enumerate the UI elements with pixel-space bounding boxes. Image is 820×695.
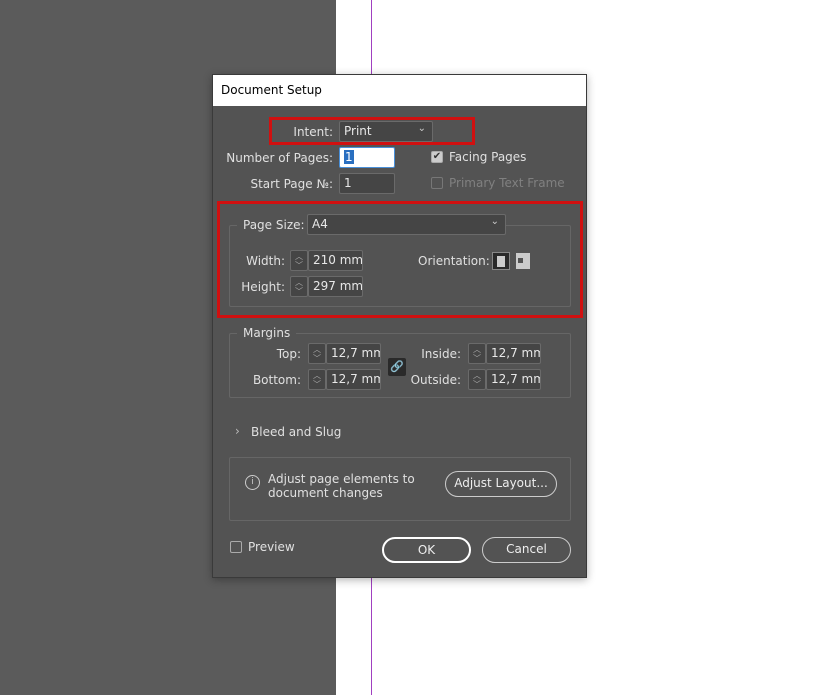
chevron-down-icon: ⌄ (490, 216, 499, 227)
outside-input[interactable]: 12,7 mm (486, 369, 541, 390)
bottom-label: Bottom: (252, 373, 301, 387)
bottom-stepper[interactable]: ︿ ﹀ (308, 369, 326, 390)
top-stepper[interactable]: ︿ ﹀ (308, 343, 326, 364)
bleed-slug-toggle[interactable]: Bleed and Slug (251, 425, 341, 439)
inside-stepper[interactable]: ︿ ﹀ (468, 343, 486, 364)
ok-button[interactable]: OK (382, 537, 471, 563)
inside-label: Inside: (421, 347, 461, 361)
primary-text-frame-checkbox[interactable] (431, 177, 443, 189)
facing-pages-label: Facing Pages (449, 150, 527, 164)
start-page-input[interactable]: 1 (339, 173, 395, 194)
height-label: Height: (241, 280, 285, 294)
orientation-label: Orientation: (418, 254, 490, 268)
num-pages-label: Number of Pages: (226, 151, 333, 165)
intent-select[interactable]: Print ⌄ (339, 121, 433, 142)
width-stepper[interactable]: ︿ ﹀ (290, 250, 308, 271)
top-input[interactable]: 12,7 mm (326, 343, 381, 364)
num-pages-value: 1 (344, 150, 354, 164)
document-setup-dialog: Document Setup Intent: Print ⌄ Number of … (212, 74, 587, 578)
num-pages-input[interactable]: 1 (339, 147, 395, 168)
adjust-text-line1: Adjust page elements to (268, 472, 415, 486)
height-input[interactable]: 297 mm (308, 276, 363, 297)
width-label: Width: (246, 254, 285, 268)
preview-label: Preview (248, 540, 295, 554)
landscape-icon[interactable] (516, 253, 530, 269)
bottom-input[interactable]: 12,7 mm (326, 369, 381, 390)
outside-label: Outside: (410, 373, 461, 387)
start-page-label: Start Page №: (250, 177, 333, 191)
adjust-text-line2: document changes (268, 486, 383, 500)
intent-label: Intent: (293, 125, 333, 139)
cancel-button[interactable]: Cancel (482, 537, 571, 563)
page-size-select[interactable]: A4 ⌄ (307, 214, 506, 235)
portrait-icon[interactable] (492, 252, 510, 270)
width-input[interactable]: 210 mm (308, 250, 363, 271)
chevron-right-icon[interactable]: › (235, 424, 240, 438)
info-icon: i (245, 475, 260, 490)
intent-value: Print (344, 124, 372, 138)
inside-input[interactable]: 12,7 mm (486, 343, 541, 364)
dialog-title: Document Setup (213, 75, 586, 106)
height-stepper[interactable]: ︿ ﹀ (290, 276, 308, 297)
margins-label: Margins (237, 326, 297, 340)
page-size-value: A4 (312, 217, 328, 231)
outside-stepper[interactable]: ︿ ﹀ (468, 369, 486, 390)
primary-text-frame-label: Primary Text Frame (449, 176, 565, 190)
preview-checkbox[interactable] (230, 541, 242, 553)
adjust-layout-button[interactable]: Adjust Layout... (445, 471, 557, 497)
adjust-description: Adjust page elements to document changes (268, 472, 415, 500)
page-size-label: Page Size: (237, 218, 311, 232)
top-label: Top: (276, 347, 301, 361)
facing-pages-checkbox[interactable]: ✔ (431, 151, 443, 163)
chevron-down-icon: ⌄ (417, 123, 426, 134)
